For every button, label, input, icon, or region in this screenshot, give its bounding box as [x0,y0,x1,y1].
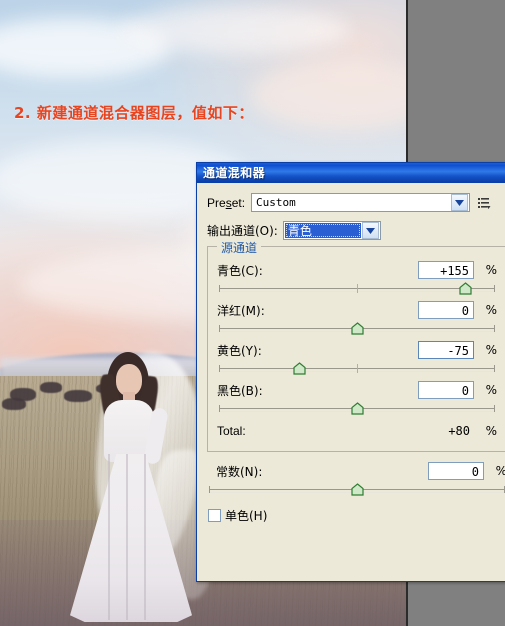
track-cap-left [219,405,220,412]
percent-unit: % [485,303,497,317]
slider-thumb[interactable] [351,402,364,415]
source-channels-group: 源通道 青色(C): +155 % 洋红(M): 0 % 黄色(Y): -75 … [207,239,505,452]
channel-mixer-dialog: 通道混和器 Preset: Custom 输出通道(O): 青色 源通道 青色(… [196,162,505,582]
constant-label: 常数(N): [216,464,263,479]
cloud [120,6,350,54]
preset-row: Preset: Custom [197,193,505,212]
preset-label: Preset: [207,195,246,210]
track-cap-right [494,365,495,372]
track-cap-left [209,486,210,493]
monochrome-label: 单色(H) [225,509,268,523]
constant-value-input[interactable]: 0 [428,462,484,480]
dialog-body: Preset: Custom 输出通道(O): 青色 源通道 青色(C): +1… [197,183,505,581]
output-channel-select[interactable]: 青色 [282,221,381,240]
track-cap-right [494,285,495,292]
slider-label: 青色(C): [217,263,263,278]
constant-slider-track[interactable] [209,483,505,497]
track-center-tick [357,284,358,293]
slider-label: 黄色(Y): [217,343,262,358]
percent-unit: % [485,343,497,357]
total-label: Total: [217,424,246,438]
skirt-fold [144,454,146,620]
track-cap-left [219,325,220,332]
track-cap-left [219,365,220,372]
slider-label: 黑色(B): [217,383,263,398]
slider-value-input[interactable]: -75 [418,341,474,359]
output-channel-value: 青色 [284,223,361,238]
cloud [250,60,406,130]
slider-value-input[interactable]: 0 [418,381,474,399]
percent-unit: % [485,424,497,438]
dialog-title: 通道混和器 [203,166,266,180]
source-channels-label: 源通道 [217,239,262,256]
track-cap-right [494,325,495,332]
slider-value-input[interactable]: +155 [418,261,474,279]
slider-thumb[interactable] [351,322,364,335]
percent-unit: % [489,464,505,478]
list-menu-icon[interactable] [477,196,491,210]
skirt-fold [108,454,110,620]
total-value: +80 [448,424,470,438]
slider-block-yellow: 黄色(Y): -75 % [217,339,497,376]
track-cap-right [494,405,495,412]
slider-block-magenta: 洋红(M): 0 % [217,299,497,336]
slider-track[interactable] [219,402,495,416]
output-channel-row: 输出通道(O): 青色 [197,221,505,240]
slider-value-input[interactable]: 0 [418,301,474,319]
track-cap-left [219,285,220,292]
slider-track[interactable] [219,282,495,296]
chevron-down-icon[interactable] [451,194,469,211]
preset-select[interactable]: Custom [251,193,471,212]
monochrome-checkbox[interactable] [208,509,221,522]
bride-figure [52,330,222,626]
slider-track[interactable] [219,322,495,336]
slider-thumb[interactable] [351,483,364,496]
output-channel-label: 输出通道(O): [207,224,278,238]
slider-thumb[interactable] [293,362,306,375]
slider-thumb[interactable] [459,282,472,295]
slider-block-black: 黑色(B): 0 % [217,379,497,416]
slider-label: 洋红(M): [217,303,265,318]
percent-unit: % [485,383,497,397]
total-row: Total: +80 % [217,419,497,443]
preset-value: Custom [256,196,296,209]
percent-unit: % [485,263,497,277]
slider-track[interactable] [219,362,495,376]
track-center-tick [357,364,358,373]
monochrome-row[interactable]: 单色(H) [208,507,505,524]
instruction-text: 2. 新建通道混合器图层，值如下： [14,104,254,122]
constant-block: 常数(N): 0 % [207,460,505,497]
dialog-titlebar[interactable]: 通道混和器 [197,163,505,183]
cow [2,398,26,410]
slider-block-cyan: 青色(C): +155 % [217,259,497,296]
skirt-fold [126,454,128,620]
chevron-down-icon[interactable] [361,222,379,239]
